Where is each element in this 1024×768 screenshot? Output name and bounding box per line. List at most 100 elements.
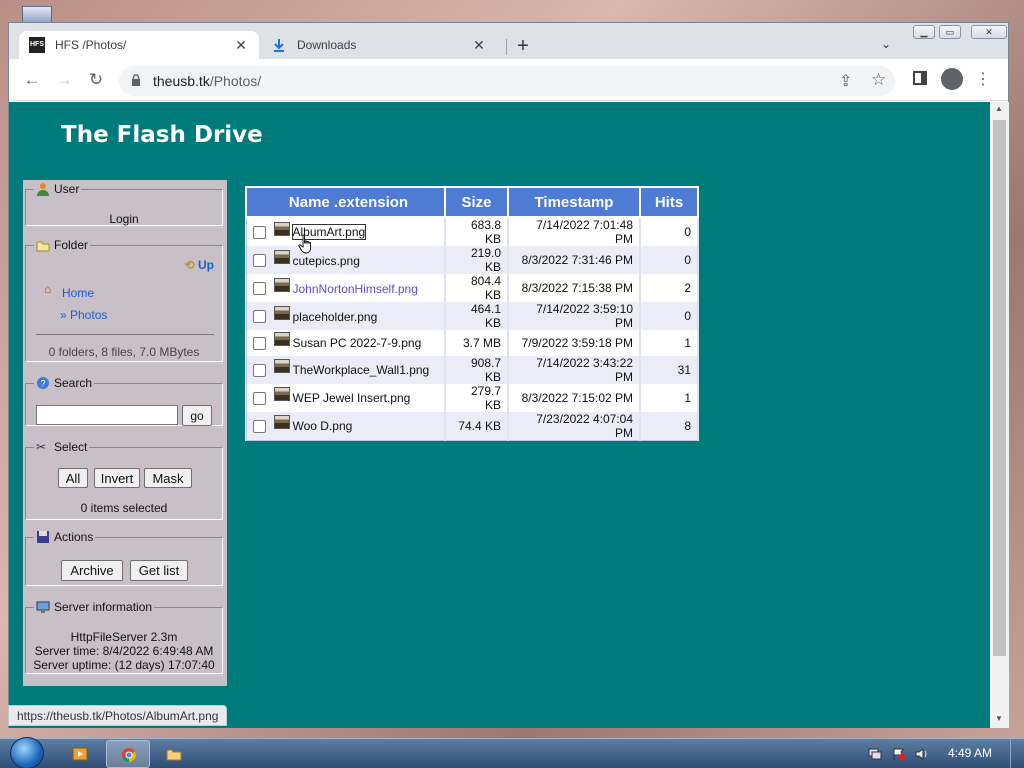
image-thumbnail-icon <box>273 387 290 402</box>
side-panel-icon[interactable] <box>913 71 927 85</box>
new-tab-button[interactable]: + <box>511 35 535 57</box>
back-arrow-icon[interactable]: ← <box>21 69 43 91</box>
server-time: Server time: 8/4/2022 6:49:48 AM <box>34 644 214 658</box>
hits-cell: 8 <box>640 411 699 441</box>
floppy-save-icon <box>36 530 50 544</box>
hits-cell: 31 <box>640 355 699 384</box>
tab-downloads[interactable]: Downloads ✕ <box>261 31 497 59</box>
home-link[interactable]: Home <box>62 286 94 300</box>
home-icon: ⌂ <box>44 282 52 296</box>
tab-title: HFS /Photos/ <box>55 38 127 52</box>
start-button[interactable] <box>10 737 44 768</box>
file-link[interactable]: WEP Jewel Insert.png <box>293 391 411 405</box>
folder-explorer-icon <box>166 749 182 761</box>
site-title: The Flash Drive <box>61 122 263 148</box>
select-all-button[interactable]: All <box>58 468 88 488</box>
taskbar-chrome[interactable] <box>106 740 150 768</box>
star-icon[interactable]: ☆ <box>871 70 886 90</box>
hits-cell: 0 <box>640 217 699 246</box>
row-checkbox[interactable] <box>252 225 266 239</box>
row-checkbox[interactable] <box>252 253 266 267</box>
url-path: /Photos/ <box>209 73 262 89</box>
window-close-button[interactable]: ✕ <box>971 25 1007 39</box>
hfs-favicon: HFS <box>29 37 45 53</box>
status-bar-url: https://theusb.tk/Photos/AlbumArt.png <box>8 705 228 726</box>
url-text[interactable]: theusb.tk/Photos/ <box>153 73 261 89</box>
row-checkbox[interactable] <box>252 391 266 405</box>
get-list-button[interactable]: Get list <box>130 560 188 581</box>
image-thumbnail-icon <box>273 415 290 430</box>
timestamp-cell: 7/9/2022 3:59:18 PM <box>508 330 641 356</box>
up-icon: ⟲ <box>184 258 198 272</box>
show-desktop-button[interactable] <box>1010 739 1024 768</box>
header-timestamp[interactable]: Timestamp <box>507 186 641 218</box>
media-player-icon <box>72 747 88 761</box>
window-minimize-button[interactable]: ▁ <box>913 25 935 39</box>
page-viewport: The Flash Drive User Login Folder ⟲ Up ⌂… <box>9 102 990 728</box>
forward-arrow-icon[interactable]: → <box>53 69 75 91</box>
login-link[interactable]: Login <box>26 212 222 226</box>
actions-legend-label: Actions <box>54 530 94 544</box>
header-size[interactable]: Size <box>444 186 509 218</box>
scroll-thumb[interactable] <box>993 120 1006 656</box>
taskbar-clock[interactable]: 4:49 AM <box>948 746 992 760</box>
file-link[interactable]: TheWorkplace_Wall1.png <box>293 363 430 377</box>
kebab-menu-icon[interactable]: ⋮ <box>975 69 991 89</box>
server-software: HttpFileServer 2.3m <box>70 630 178 644</box>
file-link[interactable]: placeholder.png <box>293 309 378 323</box>
vertical-scrollbar[interactable]: ▲ ▼ <box>990 102 1009 728</box>
taskbar-explorer[interactable] <box>152 740 196 768</box>
taskbar-media-player[interactable] <box>58 740 102 768</box>
up-link[interactable]: ⟲ Up <box>185 258 214 272</box>
scroll-up-arrow-icon[interactable]: ▲ <box>995 104 1003 113</box>
archive-button[interactable]: Archive <box>61 560 123 581</box>
mask-button[interactable]: Mask <box>144 468 192 488</box>
size-cell: 279.7 KB <box>445 383 509 412</box>
file-link[interactable]: Susan PC 2022-7-9.png <box>293 336 422 350</box>
network-icon[interactable] <box>868 747 882 761</box>
volume-icon[interactable] <box>915 747 929 761</box>
name-cell: cutepics.png <box>246 246 446 274</box>
tab-search-chevron-icon[interactable]: ⌄ <box>881 37 891 51</box>
header-hits[interactable]: Hits <box>639 186 699 218</box>
window-maximize-button[interactable]: ▭ <box>939 25 961 39</box>
lock-icon[interactable] <box>131 74 141 86</box>
scroll-down-arrow-icon[interactable]: ▼ <box>995 714 1003 723</box>
address-bar[interactable]: theusb.tk/Photos/ ⇪ ☆ <box>119 66 895 96</box>
table-row: WEP Jewel Insert.png 279.7 KB 8/3/2022 7… <box>246 383 699 412</box>
action-center-flag-icon[interactable] <box>892 747 906 761</box>
search-input[interactable] <box>36 405 178 425</box>
select-legend-label: Select <box>54 440 88 454</box>
file-link[interactable]: JohnNortonHimself.png <box>293 281 418 295</box>
search-go-button[interactable]: go <box>182 405 212 426</box>
timestamp-cell: 8/3/2022 7:15:02 PM <box>508 383 641 412</box>
browser-toolbar: ← → ↻ theusb.tk/Photos/ ⇪ ☆ ⋮ <box>9 59 1008 101</box>
folder-legend: Folder <box>34 238 90 252</box>
server-legend-label: Server information <box>54 600 153 614</box>
reload-icon[interactable]: ↻ <box>85 69 107 91</box>
row-checkbox[interactable] <box>252 336 266 350</box>
server-uptime: Server uptime: (12 days) 17:07:40 <box>33 658 215 672</box>
search-legend-label: Search <box>54 376 93 390</box>
file-link[interactable]: Woo D.png <box>293 419 353 433</box>
tab-close-icon[interactable]: ✕ <box>233 37 249 54</box>
row-checkbox[interactable] <box>252 419 266 433</box>
row-checkbox[interactable] <box>252 363 266 377</box>
server-legend: Server information <box>34 600 154 614</box>
row-checkbox[interactable] <box>252 309 266 323</box>
image-thumbnail-icon <box>273 359 290 374</box>
share-icon[interactable]: ⇪ <box>839 71 852 91</box>
table-row: placeholder.png 464.1 KB 7/14/2022 3:59:… <box>246 302 699 330</box>
tab-hfs-photos[interactable]: HFS HFS /Photos/ ✕ <box>19 31 259 59</box>
invert-selection-button[interactable]: Invert <box>94 468 140 488</box>
row-checkbox[interactable] <box>252 281 266 295</box>
tab-strip: HFS HFS /Photos/ ✕ Downloads ✕ + ⌄ ▁ ▭ ✕ <box>9 23 1008 59</box>
user-legend: User <box>34 182 81 196</box>
file-link[interactable]: cutepics.png <box>293 253 360 267</box>
current-folder-link[interactable]: » Photos <box>60 308 107 322</box>
tab-close-icon[interactable]: ✕ <box>471 37 487 54</box>
profile-icon[interactable] <box>941 68 963 90</box>
image-thumbnail-icon <box>273 277 290 292</box>
name-cell: AlbumArt.png <box>246 217 446 246</box>
header-name[interactable]: Name .extension <box>245 186 446 218</box>
